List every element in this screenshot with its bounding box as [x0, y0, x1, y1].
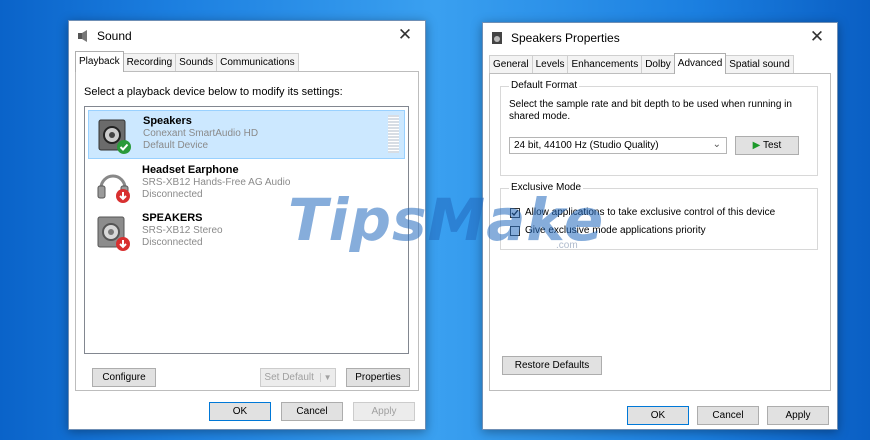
sound-titlebar[interactable]: Sound ✕ — [69, 21, 425, 51]
test-label: Test — [762, 140, 782, 151]
device-detail: SRS-XB12 Hands-Free AG Audio — [142, 177, 291, 188]
sound-apply-button[interactable]: Apply — [353, 402, 415, 421]
default-format-group: Default Format Select the sample rate an… — [500, 80, 818, 176]
sound-tabs: Playback Recording Sounds Communications — [75, 51, 299, 72]
speaker-app-icon — [78, 30, 87, 42]
speaker-device-icon — [98, 119, 131, 154]
set-default-button[interactable]: Set Default ▼ — [260, 368, 336, 387]
volume-meter — [388, 115, 399, 153]
sound-close-button[interactable]: ✕ — [385, 21, 425, 51]
device-detail: Conexant SmartAudio HD — [143, 128, 259, 139]
tab-dolby[interactable]: Dolby — [641, 55, 675, 74]
tab-levels[interactable]: Levels — [531, 55, 569, 74]
tab-advanced[interactable]: Advanced — [673, 53, 727, 74]
speaker-app-icon — [492, 32, 502, 44]
format-select-value: 24 bit, 44100 Hz (Studio Quality) — [514, 140, 659, 151]
tab-recording[interactable]: Recording — [122, 53, 177, 72]
tab-communications[interactable]: Communications — [216, 53, 299, 72]
restore-defaults-button[interactable]: Restore Defaults — [502, 356, 602, 375]
device-name: Headset Earphone — [142, 164, 239, 176]
configure-button[interactable]: Configure — [92, 368, 156, 387]
headset-device-icon — [97, 174, 130, 203]
device-item-speakers[interactable]: Speakers Conexant SmartAudio HD Default … — [88, 110, 405, 159]
properties-cancel-button[interactable]: Cancel — [697, 406, 759, 425]
chevron-down-icon: ⌄ — [712, 139, 721, 150]
watermark-domain: .com — [556, 240, 578, 251]
speaker-device-icon — [97, 216, 130, 251]
tab-spatial-sound[interactable]: Spatial sound — [725, 55, 794, 74]
test-button[interactable]: ▶ Test — [735, 136, 799, 155]
sound-cancel-button[interactable]: Cancel — [281, 402, 343, 421]
device-name: SPEAKERS — [142, 212, 203, 224]
properties-ok-button[interactable]: OK — [627, 406, 689, 425]
properties-apply-button[interactable]: Apply — [767, 406, 829, 425]
device-status: Default Device — [143, 140, 209, 151]
default-format-description: Select the sample rate and bit depth to … — [509, 99, 792, 122]
device-name: Speakers — [143, 115, 192, 127]
playback-instruction: Select a playback device below to modify… — [84, 86, 343, 98]
default-format-legend: Default Format — [509, 80, 580, 91]
format-select[interactable]: 24 bit, 44100 Hz (Studio Quality) ⌄ — [509, 137, 727, 154]
play-icon: ▶ — [752, 140, 761, 151]
set-default-dropdown-icon[interactable]: ▼ — [319, 373, 332, 382]
set-default-label: Set Default — [264, 372, 314, 383]
tab-enhancements[interactable]: Enhancements — [567, 55, 643, 74]
properties-titlebar[interactable]: Speakers Properties ✕ — [483, 23, 837, 53]
properties-dialog-title: Speakers Properties — [511, 31, 620, 45]
tab-sounds[interactable]: Sounds — [175, 53, 218, 72]
device-status: Disconnected — [142, 189, 203, 200]
sound-ok-button[interactable]: OK — [209, 402, 271, 421]
device-detail: SRS-XB12 Stereo — [142, 225, 223, 236]
sound-dialog-title: Sound — [97, 29, 132, 43]
properties-close-button[interactable]: ✕ — [797, 23, 837, 53]
tab-playback[interactable]: Playback — [75, 51, 124, 72]
tab-general[interactable]: General — [489, 55, 533, 74]
device-status: Disconnected — [142, 237, 203, 248]
properties-button[interactable]: Properties — [346, 368, 410, 387]
properties-tabs: General Levels Enhancements Dolby Advanced Sp… — [489, 53, 794, 74]
